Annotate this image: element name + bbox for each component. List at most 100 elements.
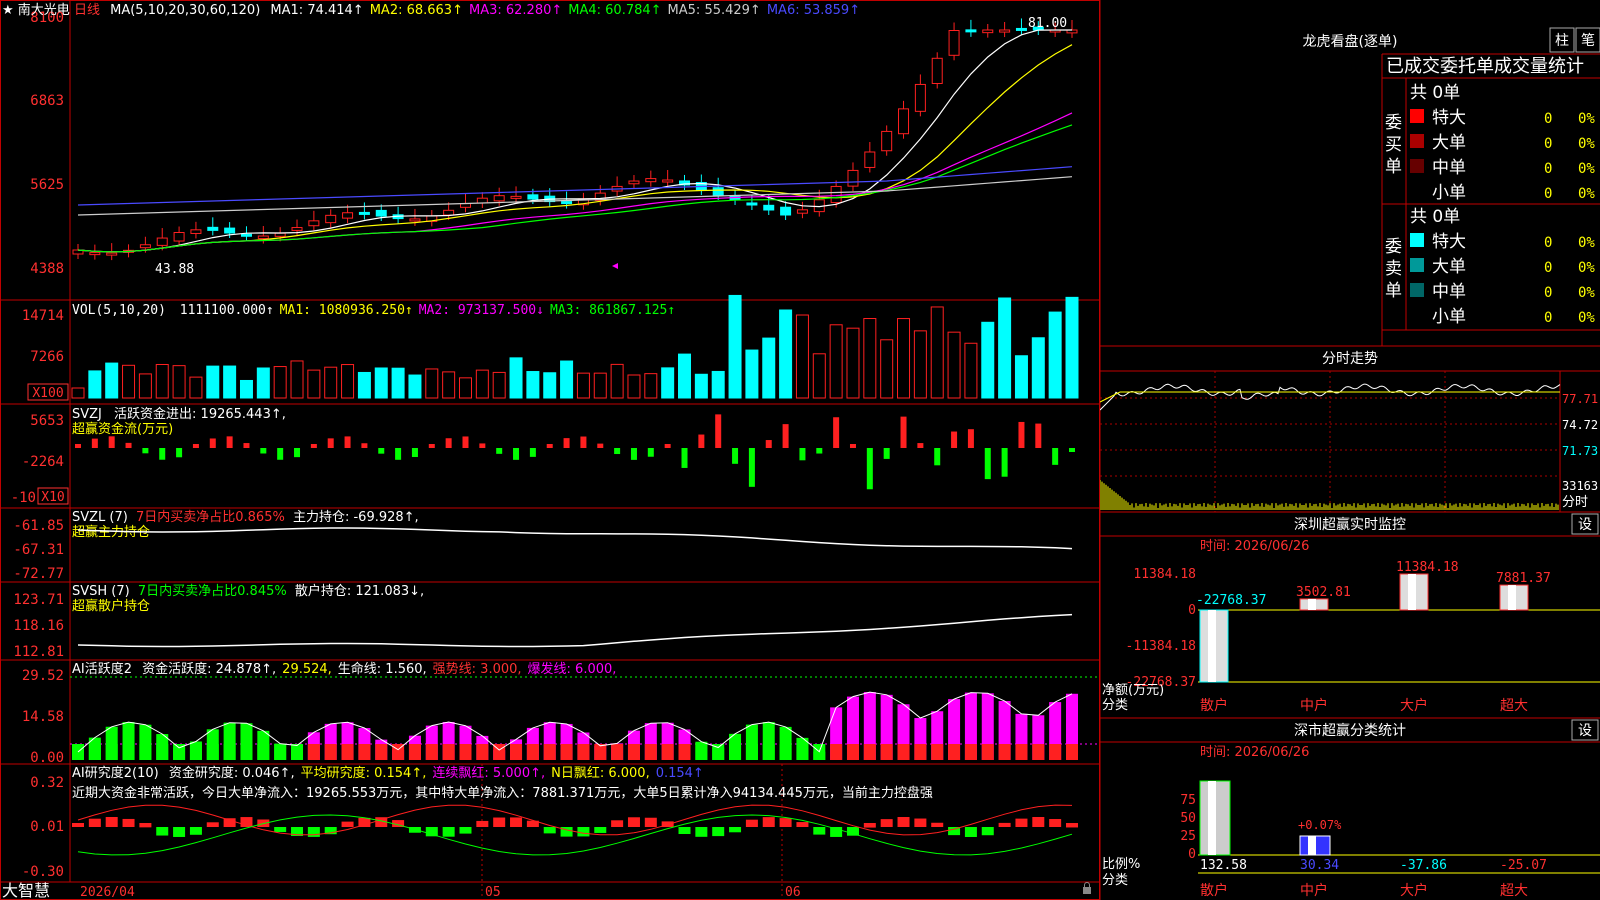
order-row-count: 0	[1544, 235, 1552, 251]
candle-body	[931, 57, 943, 84]
ai1-bar-base	[425, 744, 438, 760]
svg-text:0: 0	[1188, 603, 1196, 618]
ai1-bar-base	[914, 744, 927, 760]
column-view-label[interactable]: 柱	[1555, 33, 1569, 49]
ai1-bar-base	[1066, 744, 1078, 760]
svzj-bar	[327, 438, 334, 448]
classify-values: 132.58 30.34 -37.86 -25.07	[1200, 858, 1547, 873]
ma-line-2	[77, 44, 1073, 253]
svg-text:大户: 大户	[1400, 697, 1428, 714]
candle-body	[965, 29, 977, 33]
svzj-bar	[934, 448, 941, 466]
longhu-tabs[interactable]: 已成交委托单成交量统计	[1386, 56, 1584, 77]
ai1-bar-base	[510, 744, 523, 760]
ma-items-5: MA6: 53.859↑	[767, 3, 860, 18]
ai2-items-0: 资金研究度: 0.046↑,	[169, 765, 295, 781]
ma-items-3: MA4: 60.784↑	[568, 3, 661, 18]
order-row-pct: 0%	[1578, 310, 1595, 326]
volume-bar	[981, 321, 995, 399]
ai1-bar-base	[105, 744, 118, 760]
svzj-bar	[378, 448, 385, 454]
ma-lines	[77, 29, 1073, 253]
svzj-bar	[715, 414, 722, 448]
candle-body	[881, 130, 893, 152]
svzj-bar	[361, 443, 368, 448]
tick-view-label[interactable]: 笔	[1581, 33, 1595, 49]
svg-text:11384.18: 11384.18	[1133, 567, 1196, 582]
ai2-bar	[880, 819, 893, 827]
svg-text:-67.31: -67.31	[13, 542, 64, 558]
order-row-pct: 0%	[1578, 186, 1595, 202]
ai1-bar-base	[358, 744, 371, 760]
ai2-items-1: 平均研究度: 0.154↑,	[301, 765, 427, 781]
svzj-bar	[294, 448, 301, 458]
svzj-bar	[395, 448, 402, 460]
ai1-bar-base	[223, 744, 236, 760]
candle-body	[342, 212, 354, 219]
svzj-bar	[630, 448, 637, 460]
ai1-bar-base	[644, 744, 657, 760]
svzj-bar	[900, 416, 907, 448]
ai2-bar	[577, 827, 590, 837]
svsh-axis: 123.71 118.16 112.81	[13, 592, 64, 660]
lock-icon[interactable]	[1083, 882, 1091, 895]
ai1-bar-base	[307, 744, 320, 760]
svg-text:-25.07: -25.07	[1500, 858, 1547, 873]
volume-bar	[644, 373, 658, 399]
order-row-pct: 0%	[1578, 260, 1595, 276]
ai2-bar	[846, 827, 859, 836]
volume-bar	[442, 371, 456, 399]
svzj-bar	[529, 448, 536, 457]
volume-bar	[71, 387, 85, 399]
ai1-bar-base	[1032, 744, 1045, 760]
monitor-settings-label[interactable]: 设	[1578, 517, 1592, 533]
ai1-bar-base	[880, 744, 893, 760]
candle-body	[224, 227, 236, 234]
ai2-bar	[813, 827, 826, 835]
order-color-swatch	[1410, 134, 1424, 148]
ma-items-0: MA1: 74.414↑	[270, 3, 363, 18]
volume-bar	[155, 363, 169, 399]
ai2-bar	[863, 823, 876, 828]
star-icon: ★	[2, 3, 14, 18]
price-axis: 8100 6863 5625 4388	[30, 10, 64, 277]
candlestick-series	[72, 18, 1078, 261]
monitor-ylabel: 净额(万元)	[1102, 683, 1164, 698]
ai1-items-1: 29.524,	[282, 662, 332, 677]
svzj-bar	[597, 443, 604, 448]
svzj-bar	[479, 443, 486, 448]
candle-body	[864, 151, 876, 168]
svzj-bar	[782, 424, 789, 448]
svg-text:0.32: 0.32	[30, 775, 64, 791]
volume-bar	[88, 370, 102, 399]
svg-text:大户: 大户	[1400, 882, 1428, 899]
volume-bar	[728, 294, 742, 399]
vol-axis: 14714 7266	[22, 308, 64, 365]
ai1-bar-base	[543, 744, 556, 760]
svzj-bar	[647, 448, 654, 457]
svg-text:33163: 33163	[1562, 479, 1598, 493]
volume-bar	[627, 374, 641, 399]
order-row-count: 0	[1544, 161, 1552, 177]
volume-bar	[1014, 355, 1028, 399]
order-row-label: 中单	[1432, 282, 1466, 302]
candle-body	[746, 202, 758, 206]
svsh-sub: 超赢散户持仓	[72, 598, 150, 614]
svzj-bar	[277, 448, 284, 460]
svzj-bar	[883, 448, 890, 459]
ai2-bar	[223, 818, 236, 827]
candle-body	[662, 179, 674, 183]
fenshi-vol-unit: 分时	[1562, 495, 1588, 510]
order-row-label: 大单	[1432, 133, 1466, 153]
classify-settings-label[interactable]: 设	[1578, 723, 1592, 739]
svg-text:132.58: 132.58	[1200, 858, 1247, 873]
svzl-header: SVZL (7) 7日内买卖净占比0.865% 主力持仓: -69.928↑,	[72, 509, 419, 525]
classify-title: 深市超赢分类统计	[1294, 722, 1406, 739]
volume-bar	[880, 339, 894, 399]
fenshi-volume	[1100, 480, 1559, 510]
candle-body	[308, 220, 320, 227]
kline-chart-area[interactable]: 8100 6863 5625 4388 ★ 南大光电 日线 MA(5,10,20…	[0, 0, 1100, 900]
candle-body	[982, 29, 994, 34]
candle-body	[796, 209, 808, 214]
volume-bar	[206, 365, 220, 399]
